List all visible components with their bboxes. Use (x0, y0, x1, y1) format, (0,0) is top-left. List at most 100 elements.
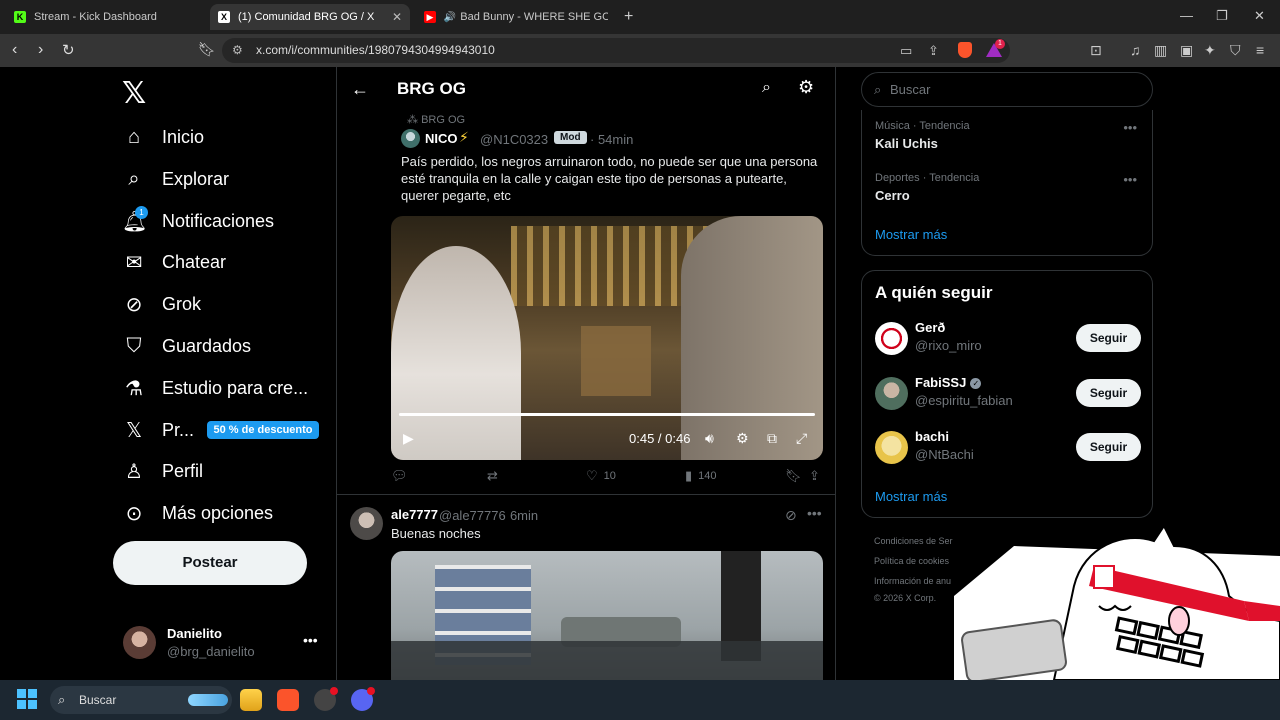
tab-kick-dashboard[interactable]: K Stream - Kick Dashboard (6, 4, 206, 30)
post-button[interactable]: Postear (113, 541, 307, 585)
vpn-icon[interactable]: ⛉ (1230, 42, 1241, 59)
suggested-account[interactable]: FabiSSJ ✓ @espiritu_fabian Seguir (875, 375, 1141, 415)
avatar[interactable] (875, 322, 908, 355)
sidebar-item-premium[interactable]: 𝕏 Pr... (122, 414, 194, 446)
reply-icon[interactable]: 💬︎ (391, 468, 408, 484)
sidebar-item-perfil[interactable]: ♙ Perfil (122, 455, 203, 487)
account-handle[interactable]: @brg_danielito (167, 644, 255, 659)
sidebar-item-chatear[interactable]: ✉ Chatear (122, 246, 226, 278)
like-button[interactable]: ♡ 10 (586, 468, 616, 484)
trend-more-icon[interactable]: ••• (1123, 172, 1137, 187)
follow-button[interactable]: Seguir (1076, 379, 1141, 407)
url-text[interactable]: x.com/i/communities/1980794304994943010 (256, 43, 495, 57)
tweet[interactable]: ale7777 @ale77776 · 6min ⊘ ••• Buenas no… (337, 497, 835, 680)
pip-icon[interactable]: ⧉ (767, 430, 777, 447)
sidebar-item-guardados[interactable]: ⛉ Guardados (122, 330, 252, 362)
volume-icon[interactable]: 🔊︎ (705, 430, 714, 447)
tweet-time[interactable]: · 54min (590, 132, 633, 147)
trend-more-icon[interactable]: ••• (1123, 120, 1137, 135)
video-seek-bar[interactable] (399, 413, 815, 416)
tab-brg-og-community[interactable]: X (1) Comunidad BRG OG / X ✕ (210, 4, 410, 30)
avatar[interactable] (875, 377, 908, 410)
account-more-icon[interactable]: ••• (303, 632, 318, 648)
minimize-icon[interactable]: — (1180, 8, 1193, 23)
account-name[interactable]: FabiSSJ ✓ (915, 375, 982, 390)
bookmark-icon[interactable]: 🔖︎ (785, 468, 802, 484)
site-info-icon[interactable]: ⚙︎ (232, 43, 243, 57)
premium-discount-badge[interactable]: 50 % de descuento (207, 421, 319, 439)
play-icon[interactable]: ▶ (403, 430, 414, 447)
tweet[interactable]: ⁂ BRG OG NICO ⚡ @N1C0323 Mod · 54min Paí… (337, 111, 835, 495)
brave-browser-icon[interactable] (277, 689, 299, 711)
new-tab-button[interactable]: + (624, 8, 633, 26)
leo-ai-icon[interactable]: ✦ (1204, 42, 1216, 59)
address-bar[interactable]: ⚙︎ x.com/i/communities/19807943049949430… (222, 38, 1010, 63)
search-icon[interactable]: ⌕ (762, 79, 771, 97)
community-tag[interactable]: ⁂ BRG OG (407, 113, 465, 126)
maximize-icon[interactable]: ❐ (1216, 8, 1228, 24)
windows-start-icon[interactable] (17, 689, 37, 709)
bookmark-page-icon[interactable]: 🔖︎ (198, 41, 216, 58)
suggested-account[interactable]: bachi @NtBachi Seguir (875, 429, 1141, 469)
author-name[interactable]: NICO (425, 131, 458, 146)
tweet-more-icon[interactable]: ••• (807, 505, 822, 521)
file-explorer-icon[interactable] (240, 689, 262, 711)
tab-bad-bunny[interactable]: ▶ 🔊 Bad Bunny - WHERE SHE GOES (V (416, 4, 616, 30)
show-more-link[interactable]: Mostrar más (875, 489, 947, 504)
sidebar-item-grok[interactable]: ⊘ Grok (122, 288, 201, 320)
tweet-time[interactable]: · 6min (502, 508, 538, 523)
views-button[interactable]: ▮ 140 (685, 468, 717, 484)
search-box[interactable]: ⌕ (861, 72, 1153, 107)
back-arrow-icon[interactable]: ← (351, 79, 369, 100)
tweet-media[interactable] (391, 551, 823, 680)
taskbar-search[interactable]: ⌕ Buscar (50, 686, 232, 714)
gear-icon[interactable]: ⚙ (798, 77, 814, 98)
sidebar-item-explorar[interactable]: ⌕ Explorar (122, 163, 229, 195)
footer-terms-link[interactable]: Condiciones de Ser (874, 536, 953, 546)
brave-shields-icon[interactable] (958, 42, 972, 58)
author-name[interactable]: ale7777 (391, 507, 438, 522)
search-icon: ⌕ (874, 82, 882, 97)
audio-playing-icon[interactable]: 🔊 (444, 12, 456, 23)
account-name[interactable]: Gerð (915, 320, 945, 335)
cast-icon[interactable]: ▭ (900, 43, 912, 59)
follow-button[interactable]: Seguir (1076, 433, 1141, 461)
wallet-icon[interactable]: ▣ (1180, 42, 1193, 59)
avatar[interactable] (875, 431, 908, 464)
account-name[interactable]: bachi (915, 429, 949, 444)
sidebar-item-inicio[interactable]: ⌂ Inicio (122, 121, 204, 153)
close-window-icon[interactable]: ✕ (1254, 8, 1265, 24)
suggested-account[interactable]: Gerð @rixo_miro Seguir (875, 320, 1141, 360)
show-more-link[interactable]: Mostrar más (875, 227, 947, 242)
fullscreen-icon[interactable]: ⤢ (796, 430, 807, 447)
grok-icon[interactable]: ⊘ (785, 507, 797, 524)
avatar[interactable] (401, 129, 420, 148)
avatar[interactable] (123, 626, 156, 659)
trend-item[interactable]: Música · Tendencia Kali Uchis ••• (875, 120, 1145, 151)
footer-cookies-link[interactable]: Política de cookies (874, 556, 949, 566)
author-handle[interactable]: @ale77776 (439, 508, 506, 523)
sidebar-toggle-icon[interactable]: ▥ (1154, 42, 1167, 59)
repost-icon[interactable]: ⇄ (487, 468, 498, 484)
menu-icon[interactable]: ≡ (1256, 42, 1264, 58)
reload-icon[interactable]: ↻ (62, 41, 75, 59)
author-handle[interactable]: @N1C0323 (480, 132, 548, 147)
follow-button[interactable]: Seguir (1076, 324, 1141, 352)
x-logo-icon[interactable]: 𝕏 (122, 76, 146, 111)
trend-item[interactable]: Deportes · Tendencia Cerro ••• (875, 172, 1145, 203)
sidebar-item-estudio[interactable]: ⚗ Estudio para cre... (122, 372, 308, 404)
video-player[interactable]: ▶ 0:45 / 0:46 🔊︎ ⚙ ⧉ ⤢ (391, 216, 823, 460)
screenshot-icon[interactable]: ⊡ (1090, 42, 1102, 59)
back-icon[interactable]: ‹ (12, 41, 17, 59)
search-input[interactable] (890, 79, 1140, 100)
avatar[interactable] (350, 507, 383, 540)
account-name[interactable]: Danielito (167, 626, 222, 641)
close-tab-icon[interactable]: ✕ (392, 10, 402, 24)
sidebar-item-mas-opciones[interactable]: ⊙ Más opciones (122, 497, 273, 529)
footer-ads-link[interactable]: Información de anu (874, 576, 951, 586)
forward-icon[interactable]: › (38, 41, 43, 59)
share-icon[interactable]: ⇪ (809, 468, 820, 484)
video-settings-icon[interactable]: ⚙ (736, 430, 749, 447)
media-icon[interactable]: ♫ (1130, 42, 1141, 58)
share-icon[interactable]: ⇪ (928, 43, 939, 59)
